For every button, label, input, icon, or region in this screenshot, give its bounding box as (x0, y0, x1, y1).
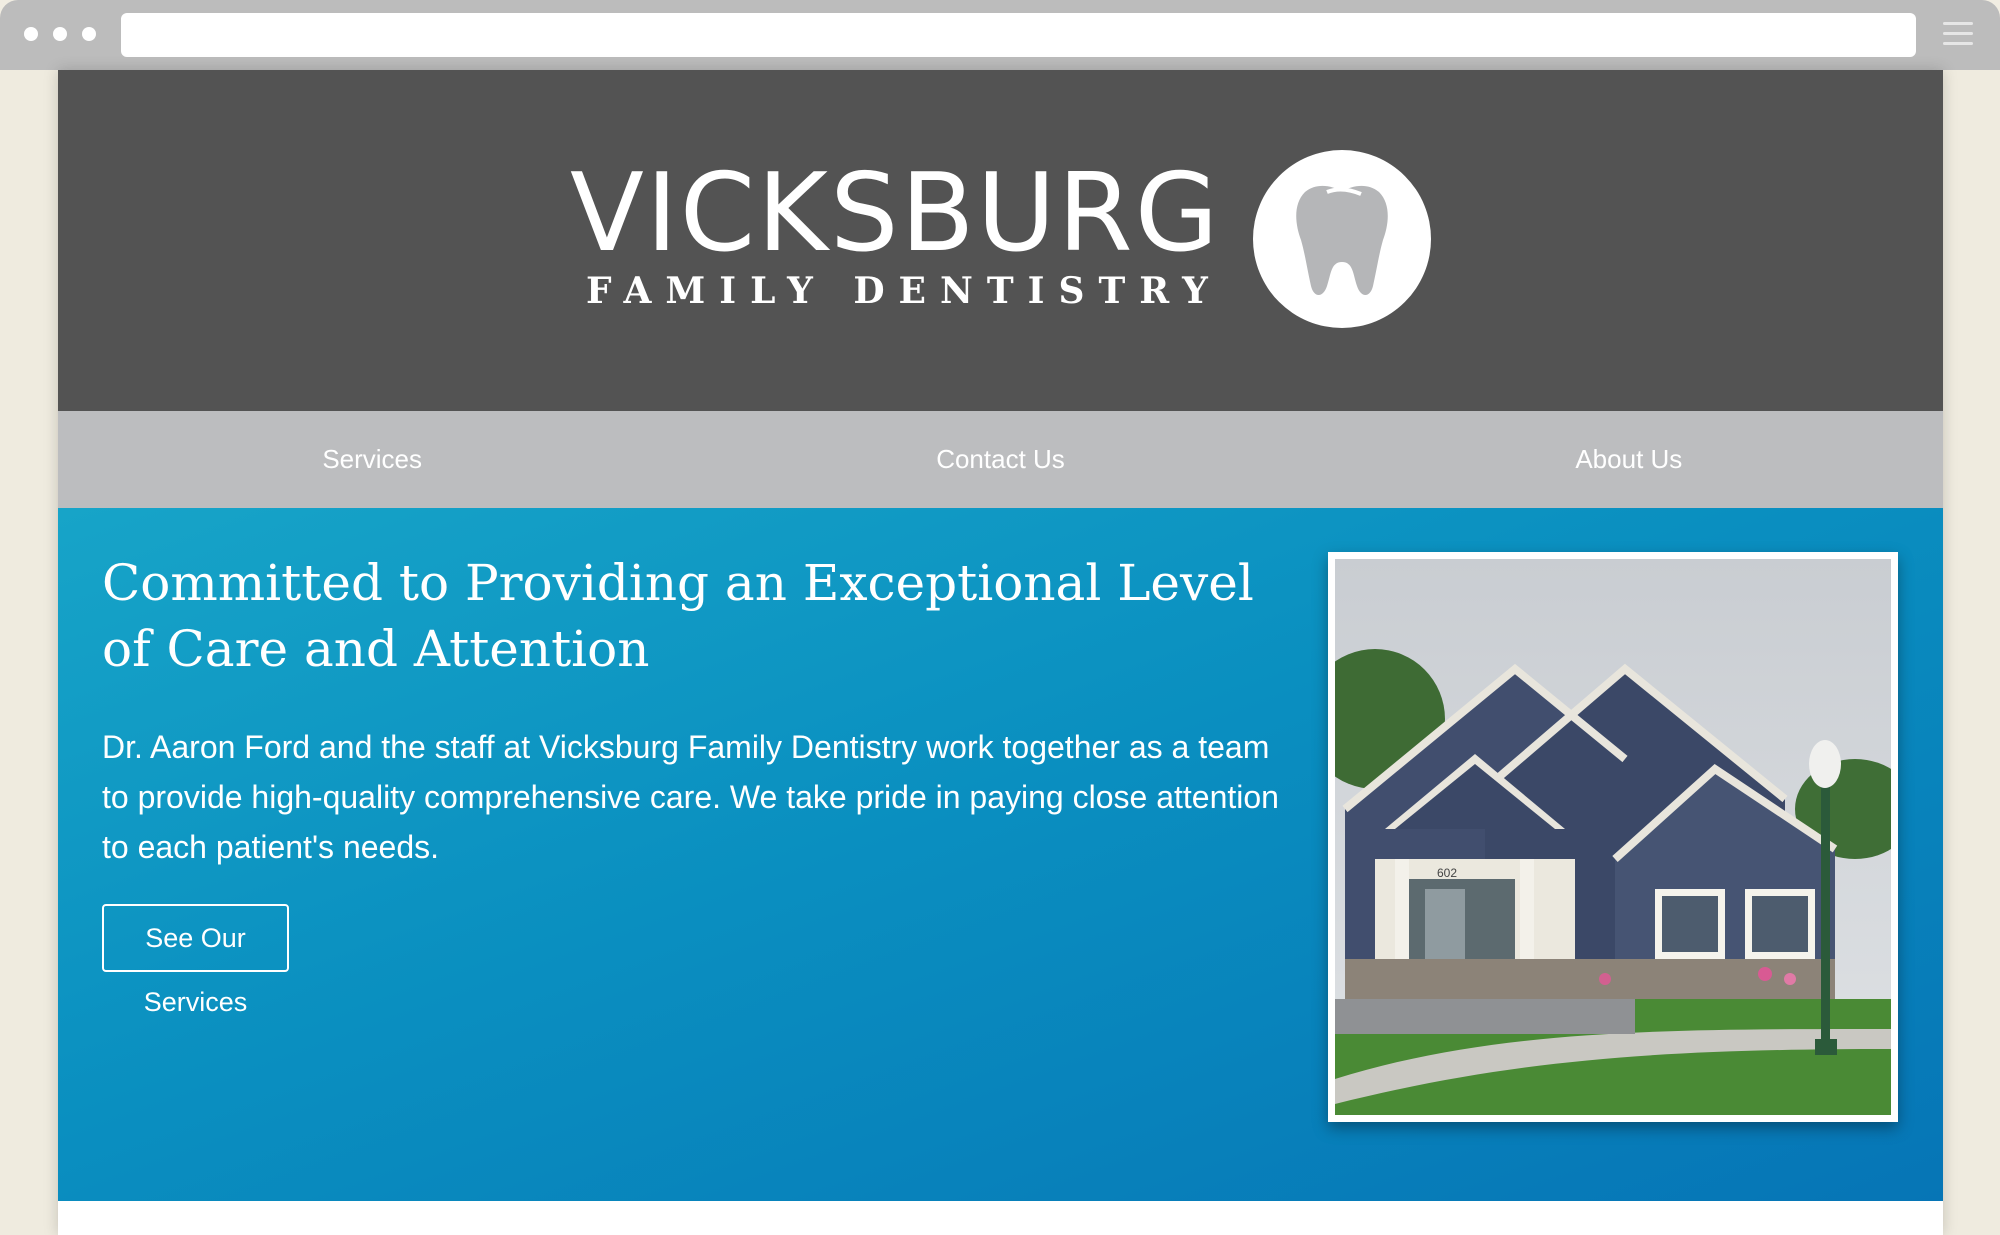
tooth-icon[interactable] (1253, 150, 1431, 328)
hamburger-menu-icon[interactable] (1943, 22, 1973, 46)
logo-subtitle[interactable]: FAMILY DENTISTRY (586, 270, 1286, 312)
window-controls (24, 27, 96, 41)
address-number-sign: 602 (1437, 866, 1457, 880)
logo-title[interactable]: VICKSBURG (570, 158, 1270, 270)
hero-description: Dr. Aaron Ford and the staff at Vicksbur… (102, 729, 1279, 865)
website-page: VICKSBURG FAMILY DENTISTRY Services Cont… (58, 70, 1943, 1235)
address-bar[interactable] (121, 13, 1916, 57)
site-header: VICKSBURG FAMILY DENTISTRY (58, 70, 1943, 411)
hero-section: Committed to Providing an Exceptional Le… (58, 508, 1943, 1201)
browser-toolbar (0, 0, 2000, 70)
content-bottom-strip (58, 1201, 1943, 1235)
hero-heading: Committed to Providing an Exceptional Le… (102, 554, 1254, 678)
main-navigation: Services Contact Us About Us (58, 411, 1943, 508)
page-background-right (1943, 70, 2000, 1235)
window-dot[interactable] (53, 27, 67, 41)
nav-item-about-us[interactable]: About Us (1315, 411, 1943, 508)
window-dot[interactable] (24, 27, 38, 41)
nav-item-contact-us[interactable]: Contact Us (686, 411, 1314, 508)
page-background-left (0, 70, 58, 1235)
see-our-services-button[interactable]: See Our Services (102, 904, 289, 1017)
window-dot[interactable] (82, 27, 96, 41)
office-building-photo: 602 (1328, 552, 1898, 1122)
nav-item-services[interactable]: Services (58, 411, 686, 508)
